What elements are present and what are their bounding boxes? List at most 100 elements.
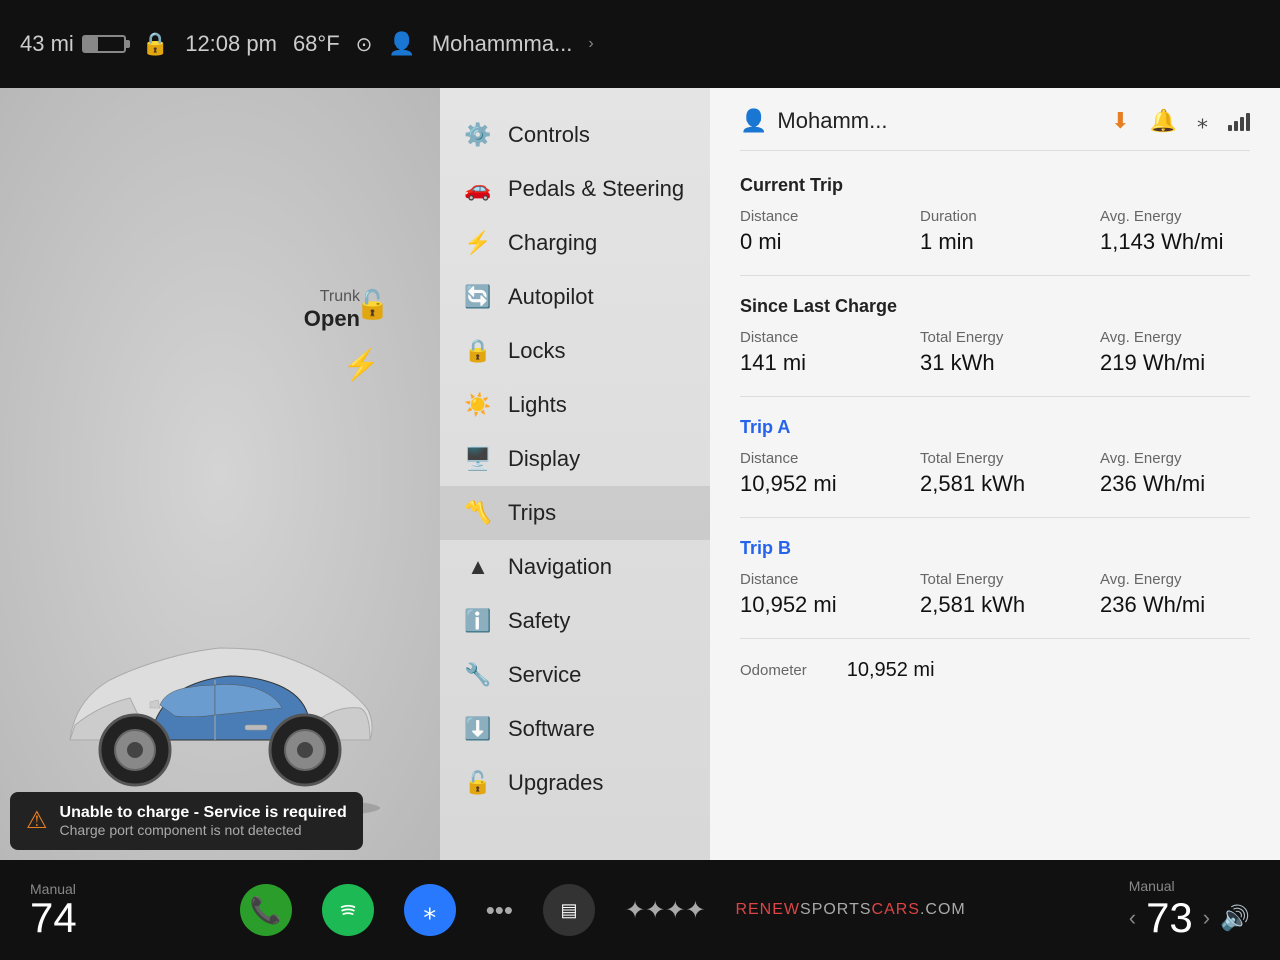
signal-bar-2 <box>1234 121 1238 131</box>
locks-label: Locks <box>508 338 565 364</box>
pedals-label: Pedals & Steering <box>508 176 684 202</box>
last-charge-distance-label: Distance <box>740 329 890 346</box>
trip-b-avg-label: Avg. Energy <box>1100 571 1250 588</box>
trips-icon: 〽️ <box>464 500 492 526</box>
menu-item-trips[interactable]: 〽️ Trips <box>440 486 710 540</box>
trunk-status: Open <box>304 306 360 332</box>
navigation-icon: ▲ <box>464 554 492 580</box>
trip-b-total-energy: Total Energy 2,581 kWh <box>920 571 1070 618</box>
trips-label: Trips <box>508 500 556 526</box>
current-trip-distance-label: Distance <box>740 208 890 225</box>
left-panel: Trunk Open 🔓 ⚡ <box>0 88 440 860</box>
spotify-button[interactable] <box>322 884 374 936</box>
lights-label: Lights <box>508 392 567 418</box>
bolt-icon: ⚡ <box>343 348 380 383</box>
music-app-button[interactable]: ▤ <box>543 884 595 936</box>
trip-a-distance-label: Distance <box>740 450 890 467</box>
lights-icon: ☀️ <box>464 392 492 418</box>
trip-a-avg-label: Avg. Energy <box>1100 450 1250 467</box>
last-charge-avg-label: Avg. Energy <box>1100 329 1250 346</box>
time-display: 12:08 pm <box>185 31 277 57</box>
bell-icon: 🔔 <box>1150 108 1177 134</box>
display-icon: 🖥️ <box>464 446 492 472</box>
trip-a-avg-energy: Avg. Energy 236 Wh/mi <box>1100 450 1250 497</box>
divider-2 <box>740 396 1250 397</box>
alert-triangle-icon: ⚠ <box>26 806 48 835</box>
trunk-info: Trunk Open <box>304 288 360 332</box>
last-charge-distance-value: 141 mi <box>740 350 890 376</box>
service-icon: 🔧 <box>464 662 492 688</box>
volume-icon: 🔊 <box>1220 904 1250 933</box>
upgrades-label: Upgrades <box>508 770 603 796</box>
menu-item-upgrades[interactable]: 🔓 Upgrades <box>440 756 710 810</box>
right-temp-label: Manual <box>1129 878 1175 894</box>
display-label: Display <box>508 446 580 472</box>
trip-a-distance-value: 10,952 mi <box>740 471 890 497</box>
menu-item-software[interactable]: ⬇️ Software <box>440 702 710 756</box>
autopilot-label: Autopilot <box>508 284 594 310</box>
trip-b-avg-value: 236 Wh/mi <box>1100 592 1250 618</box>
menu-item-display[interactable]: 🖥️ Display <box>440 432 710 486</box>
car-svg-container <box>0 540 440 820</box>
current-trip-duration-label: Duration <box>920 208 1070 225</box>
media-dots-button[interactable]: ✦✦✦✦ <box>625 896 705 925</box>
trip-b-energy-label: Total Energy <box>920 571 1070 588</box>
last-charge-energy-value: 31 kWh <box>920 350 1070 376</box>
battery-mileage: 43 mi <box>20 31 74 57</box>
temp-increase-button[interactable]: › <box>1203 905 1210 931</box>
temp-decrease-button[interactable]: ‹ <box>1129 905 1136 931</box>
menu-item-autopilot[interactable]: 🔄 Autopilot <box>440 270 710 324</box>
alert-text: Unable to charge - Service is required C… <box>60 804 347 838</box>
temp-display: 68°F <box>293 31 340 57</box>
menu-item-pedals[interactable]: 🚗 Pedals & Steering <box>440 162 710 216</box>
charging-label: Charging <box>508 230 597 256</box>
trunk-title: Trunk <box>304 288 360 306</box>
autopilot-icon: 🔄 <box>464 284 492 310</box>
current-trip-duration-value: 1 min <box>920 229 1070 255</box>
trip-b-stats: Distance 10,952 mi Total Energy 2,581 kW… <box>740 571 1250 618</box>
trip-a-energy-label: Total Energy <box>920 450 1070 467</box>
signal-bar-3 <box>1240 117 1244 131</box>
current-trip-energy-value: 1,143 Wh/mi <box>1100 229 1250 255</box>
safety-label: Safety <box>508 608 570 634</box>
controls-label: Controls <box>508 122 590 148</box>
trip-b-title: Trip B <box>740 538 1250 559</box>
more-options-button[interactable]: ••• <box>486 895 513 926</box>
charging-icon: ⚡ <box>464 230 492 256</box>
alert-subtitle: Charge port component is not detected <box>60 822 347 838</box>
current-trip-energy: Avg. Energy 1,143 Wh/mi <box>1100 208 1250 255</box>
watermark-text: RENEWSPORTSCARS.COM <box>735 901 965 919</box>
chevron-icon[interactable]: › <box>588 35 593 53</box>
menu-item-service[interactable]: 🔧 Service <box>440 648 710 702</box>
current-trip-duration: Duration 1 min <box>920 208 1070 255</box>
menu-item-locks[interactable]: 🔒 Locks <box>440 324 710 378</box>
menu-item-controls[interactable]: ⚙️ Controls <box>440 108 710 162</box>
current-trip-energy-label: Avg. Energy <box>1100 208 1250 225</box>
navigation-label: Navigation <box>508 554 612 580</box>
download-icon: ⬇ <box>1111 108 1129 134</box>
upgrades-icon: 🔓 <box>464 770 492 796</box>
bottom-left-temp: Manual 74 <box>30 881 77 939</box>
profile-name-row: 👤 Mohamm... <box>740 108 887 134</box>
bluetooth-header-icon: ⁎ <box>1197 108 1208 134</box>
menu-item-charging[interactable]: ⚡ Charging <box>440 216 710 270</box>
header-icons: ⬇ 🔔 ⁎ <box>1111 108 1250 134</box>
last-charge-title: Since Last Charge <box>740 296 1250 317</box>
status-bar: 43 mi 🔒 12:08 pm 68°F ⊙ 👤 Mohammmа... › <box>0 0 1280 88</box>
phone-button[interactable]: 📞 <box>240 884 292 936</box>
pedals-icon: 🚗 <box>464 176 492 202</box>
trip-a-avg-value: 236 Wh/mi <box>1100 471 1250 497</box>
car-svg <box>30 540 410 820</box>
bottom-right-temp: Manual ‹ 73 › 🔊 <box>1129 878 1250 942</box>
menu-item-safety[interactable]: ℹ️ Safety <box>440 594 710 648</box>
menu-item-navigation[interactable]: ▲ Navigation <box>440 540 710 594</box>
profile-header: 👤 Mohamm... ⬇ 🔔 ⁎ <box>740 108 1250 151</box>
status-bar-left: 43 mi 🔒 12:08 pm 68°F ⊙ 👤 Mohammmа... › <box>20 31 594 57</box>
trip-a-distance: Distance 10,952 mi <box>740 450 890 497</box>
menu-item-lights[interactable]: ☀️ Lights <box>440 378 710 432</box>
divider-1 <box>740 275 1250 276</box>
bluetooth-button[interactable]: ⁎ <box>404 884 456 936</box>
trip-a-energy-value: 2,581 kWh <box>920 471 1070 497</box>
bottom-bar: Manual 74 📞 ⁎ ••• ▤ ✦✦✦✦ RENEWSPORTSCARS… <box>0 860 1280 960</box>
lock-status-icon: 🔒 <box>142 31 169 57</box>
